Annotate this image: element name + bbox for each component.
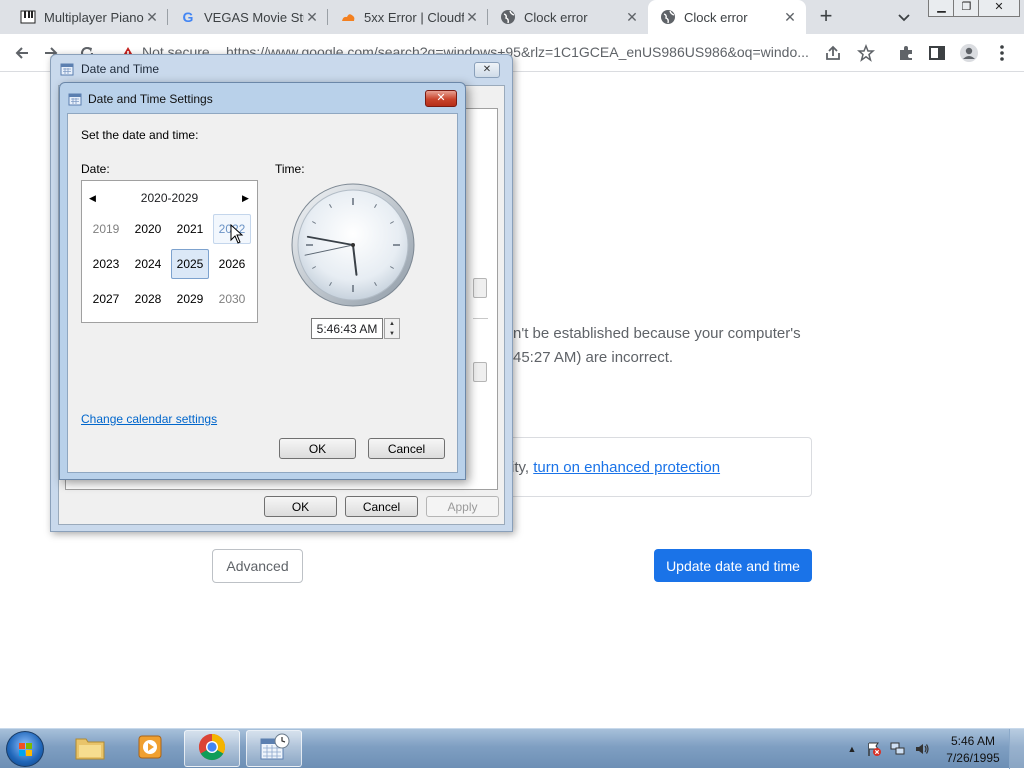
close-icon[interactable]: ✕ — [144, 9, 160, 25]
tab-search-chevron-icon[interactable] — [895, 8, 913, 26]
new-tab-button[interactable]: + — [814, 5, 838, 29]
tab-title: Clock error — [524, 9, 588, 25]
year-cell-2029[interactable]: 2029 — [171, 284, 209, 314]
google-icon: G — [180, 9, 196, 25]
tab-title: Clock error — [684, 9, 748, 25]
close-icon[interactable]: ✕ — [474, 62, 500, 78]
menu-kebab-icon[interactable] — [991, 42, 1013, 64]
dialog-title: Date and Time Settings — [88, 92, 213, 106]
year-cell-2021[interactable]: 2021 — [171, 214, 209, 244]
tab-title: VEGAS Movie Stu — [204, 9, 304, 25]
svg-text:G: G — [183, 9, 194, 25]
enhanced-protection-box: ity, turn on enhanced protection — [470, 437, 812, 497]
minimize-window-button[interactable]: ▁ — [928, 0, 955, 17]
advanced-button[interactable]: Advanced — [212, 549, 303, 583]
cancel-button[interactable]: Cancel — [345, 496, 418, 517]
enhanced-protection-link[interactable]: turn on enhanced protection — [533, 459, 720, 476]
spin-down-icon[interactable]: ▼ — [385, 329, 399, 339]
apply-button[interactable]: Apply — [426, 496, 499, 517]
windows-logo-icon — [19, 743, 33, 757]
taskbar-media-player[interactable] — [122, 730, 178, 767]
decade-calendar: ◀ 2020-2029 ▶ 20192020202120222023202420… — [81, 180, 258, 323]
start-button[interactable] — [6, 731, 44, 767]
change-date-button-partial[interactable] — [473, 278, 487, 298]
ok-button[interactable]: OK — [279, 438, 356, 459]
network-icon[interactable] — [890, 741, 906, 757]
calendar-clock-icon — [60, 62, 74, 76]
taskbar-chrome[interactable] — [184, 730, 240, 767]
spin-up-icon[interactable]: ▲ — [385, 319, 399, 329]
error-text-line2: 45:27 AM) are incorrect. — [513, 349, 674, 366]
error-text-line1: n't be established because your computer… — [513, 325, 801, 342]
time-input[interactable]: 5:46:43 AM — [311, 318, 383, 339]
calendar-clock-icon — [258, 733, 290, 764]
close-window-button[interactable]: ✕ — [978, 0, 1020, 17]
piano-icon — [20, 9, 36, 25]
close-icon[interactable]: ✕ — [304, 9, 320, 25]
time-label: Time: — [275, 162, 305, 176]
chrome-icon — [198, 733, 226, 764]
close-icon[interactable]: ✕ — [782, 9, 798, 25]
instruction-label: Set the date and time: — [81, 128, 199, 142]
calendar-range-header[interactable]: 2020-2029 — [82, 191, 257, 205]
taskbar-date-time[interactable] — [246, 730, 302, 767]
browser-tab-1[interactable]: Multiplayer Piano ✕ — [8, 0, 168, 34]
calendar-clock-icon — [68, 92, 82, 106]
bookmark-star-icon[interactable] — [855, 42, 877, 64]
close-icon[interactable]: ✕ — [464, 9, 480, 25]
back-arrow-icon[interactable] — [11, 42, 33, 64]
year-cell-2019[interactable]: 2019 — [87, 214, 125, 244]
browser-tab-4[interactable]: Clock error ✕ — [488, 0, 648, 34]
date-label: Date: — [81, 162, 110, 176]
browser-tab-strip: Multiplayer Piano ✕ G VEGAS Movie Stu ✕ … — [0, 0, 1024, 34]
close-icon[interactable]: ✕ — [624, 9, 640, 25]
dialog-title: Date and Time — [81, 62, 160, 76]
taskbar: ▲ 5:46 AM 7/26/1995 — [0, 728, 1024, 769]
date-and-time-settings-dialog: Date and Time Settings ✕ Set the date an… — [59, 82, 466, 480]
share-icon[interactable] — [822, 42, 844, 64]
change-time-zone-button-partial[interactable] — [473, 362, 487, 382]
extensions-puzzle-icon[interactable] — [895, 42, 917, 64]
dialog-body: Set the date and time: Date: Time: ◀ 202… — [67, 113, 458, 473]
globe-icon — [660, 9, 676, 25]
tab-title: Multiplayer Piano — [44, 9, 144, 25]
analog-clock — [290, 182, 416, 308]
update-date-and-time-button[interactable]: Update date and time — [654, 549, 812, 582]
cloudflare-icon — [340, 9, 356, 25]
show-desktop-button[interactable] — [1009, 729, 1024, 769]
browser-tab-3[interactable]: 5xx Error | Cloudfl ✕ — [328, 0, 488, 34]
year-cell-2025[interactable]: 2025 — [171, 249, 209, 279]
year-cell-2026[interactable]: 2026 — [213, 249, 251, 279]
media-player-icon — [136, 733, 164, 764]
action-center-flag-icon[interactable] — [866, 741, 882, 757]
ok-button[interactable]: OK — [264, 496, 337, 517]
cancel-button[interactable]: Cancel — [368, 438, 445, 459]
time-spinner[interactable]: ▲ ▼ — [384, 318, 400, 339]
year-cell-2030[interactable]: 2030 — [213, 284, 251, 314]
taskbar-clock-date[interactable]: 7/26/1995 — [940, 751, 1006, 765]
close-button[interactable]: ✕ — [425, 90, 457, 107]
enhanced-protection-text: ity, turn on enhanced protection — [511, 459, 721, 476]
change-calendar-settings-link[interactable]: Change calendar settings — [81, 412, 217, 426]
restore-window-button[interactable]: ❐ — [953, 0, 980, 17]
taskbar-explorer[interactable] — [62, 730, 118, 767]
globe-icon — [500, 9, 516, 25]
tab-title: 5xx Error | Cloudfl — [364, 9, 464, 25]
divider — [473, 318, 488, 319]
calendar-next-arrow-icon[interactable]: ▶ — [242, 193, 252, 203]
year-cell-2024[interactable]: 2024 — [129, 249, 167, 279]
browser-tab-5[interactable]: Clock error ✕ — [648, 0, 806, 34]
profile-avatar-icon[interactable] — [958, 42, 980, 64]
mouse-cursor-icon — [230, 223, 244, 244]
browser-tab-2[interactable]: G VEGAS Movie Stu ✕ — [168, 0, 328, 34]
show-hidden-icons-chevron-icon[interactable]: ▲ — [844, 741, 860, 757]
taskbar-clock-time[interactable]: 5:46 AM — [950, 734, 996, 748]
folder-icon — [75, 734, 105, 763]
side-panel-icon[interactable] — [926, 42, 948, 64]
year-cell-2020[interactable]: 2020 — [129, 214, 167, 244]
year-cell-2027[interactable]: 2027 — [87, 284, 125, 314]
year-cell-2023[interactable]: 2023 — [87, 249, 125, 279]
volume-icon[interactable] — [914, 741, 930, 757]
year-cell-2028[interactable]: 2028 — [129, 284, 167, 314]
